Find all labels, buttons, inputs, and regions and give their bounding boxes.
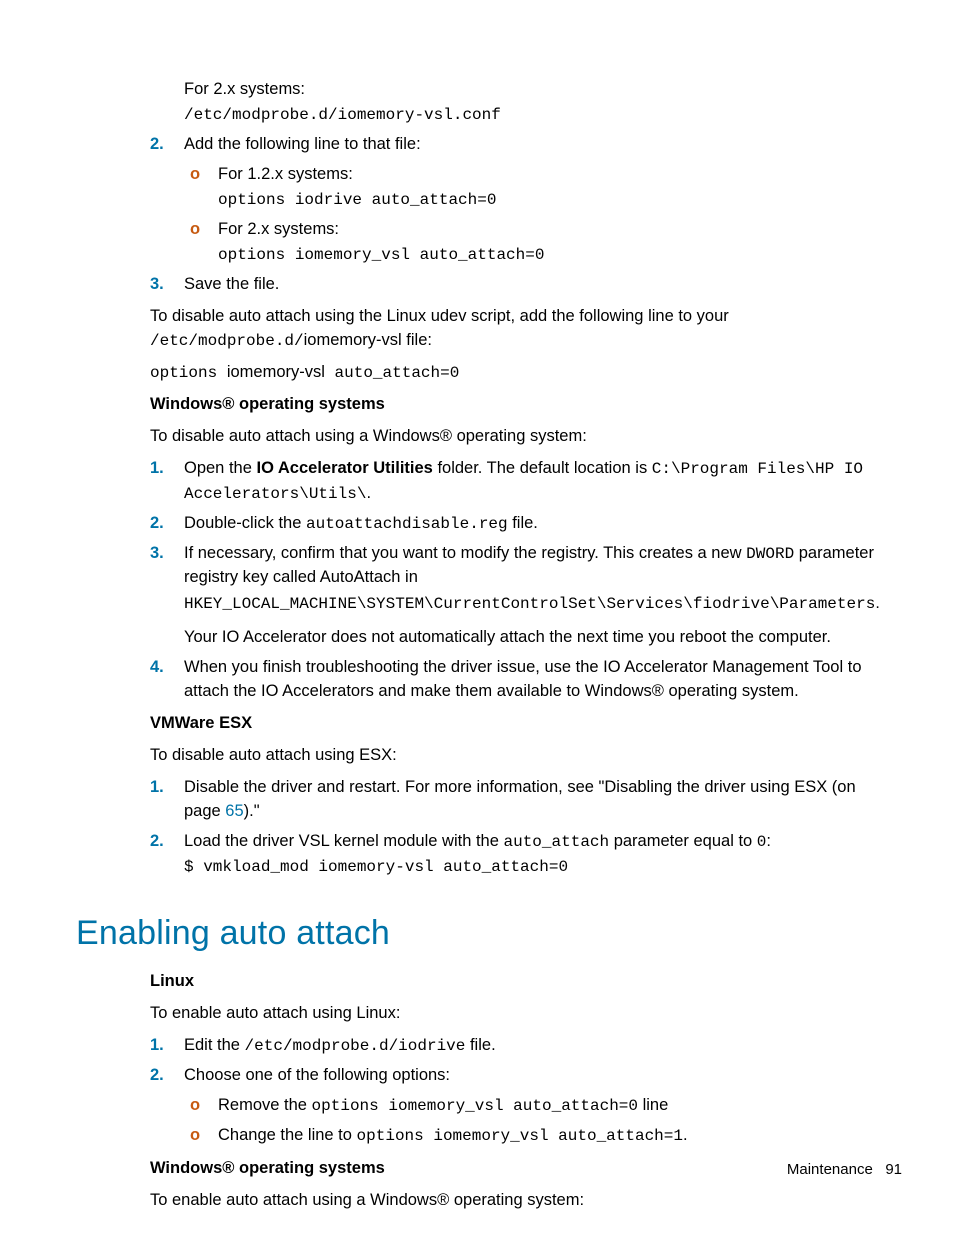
code-line: options iodrive auto_attach=0 xyxy=(218,189,888,212)
code-inline: options iomemory_vsl auto_attach=1 xyxy=(357,1127,683,1145)
text: Edit the xyxy=(184,1036,245,1054)
ordered-list: Disable the driver and restart. For more… xyxy=(76,776,888,879)
text: Double-click the xyxy=(184,514,306,532)
sub-item: For 2.x systems: options iomemory_vsl au… xyxy=(184,218,888,267)
text: Remove the xyxy=(218,1096,312,1114)
section-heading: Windows® operating systems xyxy=(150,393,888,417)
continuation-block: For 2.x systems: /etc/modprobe.d/iomemor… xyxy=(76,78,888,127)
list-item: Edit the /etc/modprobe.d/iodrive file. xyxy=(76,1034,888,1058)
ordered-list: Open the IO Accelerator Utilities folder… xyxy=(76,457,888,704)
code-inline: /etc/modprobe.d/ xyxy=(150,332,304,350)
code-line: HKEY_LOCAL_MACHINE\SYSTEM\CurrentControl… xyxy=(184,592,888,616)
sub-list: For 1.2.x systems: options iodrive auto_… xyxy=(184,163,888,267)
list-item: Add the following line to that file: For… xyxy=(76,133,888,267)
ordered-list: Add the following line to that file: For… xyxy=(76,133,888,297)
code-inline: auto_attach xyxy=(504,833,610,851)
text-line: For 2.x systems: xyxy=(184,78,888,102)
section-heading: Linux xyxy=(150,970,888,994)
list-item: When you finish troubleshooting the driv… xyxy=(76,656,888,704)
heading-enabling-auto-attach: Enabling auto attach xyxy=(76,909,888,958)
text: Change the line to xyxy=(218,1126,357,1144)
code-paragraph: options iomemory-vsl auto_attach=0 xyxy=(150,361,888,385)
page-content: For 2.x systems: /etc/modprobe.d/iomemor… xyxy=(76,78,888,1220)
text: Disable the driver and restart. For more… xyxy=(184,778,856,820)
sub-item: For 1.2.x systems: options iodrive auto_… xyxy=(184,163,888,212)
text: Choose one of the following options: xyxy=(184,1066,450,1084)
bold-text: IO Accelerator Utilities xyxy=(256,459,432,477)
text: file. xyxy=(465,1036,495,1054)
list-item: Disable the driver and restart. For more… xyxy=(76,776,888,824)
sub-item: Change the line to options iomemory_vsl … xyxy=(184,1124,888,1148)
sub-label: For 1.2.x systems: xyxy=(218,163,888,187)
text: line xyxy=(638,1096,668,1114)
text: . xyxy=(875,595,879,612)
text: Open the xyxy=(184,459,256,477)
code-inline: DWORD xyxy=(746,545,794,563)
page-link[interactable]: 65 xyxy=(225,802,243,820)
sub-list: Remove the options iomemory_vsl auto_att… xyxy=(184,1094,888,1148)
list-text: Add the following line to that file: xyxy=(184,135,421,153)
code-inline: autoattachdisable.reg xyxy=(306,515,508,533)
code-line: /etc/modprobe.d/iomemory-vsl.conf xyxy=(184,104,888,127)
ordered-list: Edit the /etc/modprobe.d/iodrive file. C… xyxy=(76,1034,888,1148)
list-item: If necessary, confirm that you want to m… xyxy=(76,542,888,650)
text: . xyxy=(366,484,371,502)
list-text: Save the file. xyxy=(184,275,279,293)
text: To disable auto attach using the Linux u… xyxy=(150,307,729,325)
code-line: $ vmkload_mod iomemory-vsl auto_attach=0 xyxy=(184,856,888,879)
footer-section: Maintenance xyxy=(787,1161,873,1178)
text: file. xyxy=(508,514,538,532)
text: : xyxy=(766,832,771,850)
section-heading: VMWare ESX xyxy=(150,712,888,736)
text: If necessary, confirm that you want to m… xyxy=(184,544,746,562)
code-line: options iomemory_vsl auto_attach=0 xyxy=(218,244,888,267)
sub-label: For 2.x systems: xyxy=(218,218,888,242)
paragraph: To enable auto attach using Linux: xyxy=(150,1002,888,1026)
code-inline: /etc/modprobe.d/iodrive xyxy=(245,1037,466,1055)
code-inline: options xyxy=(150,364,227,382)
text: )." xyxy=(244,802,260,820)
paragraph: To disable auto attach using a Windows® … xyxy=(150,425,888,449)
text: iomemory-vsl xyxy=(227,363,325,381)
list-item: Choose one of the following options: Rem… xyxy=(76,1064,888,1148)
code-inline: auto_attach=0 xyxy=(325,364,459,382)
paragraph: Your IO Accelerator does not automatical… xyxy=(184,626,888,650)
paragraph: To disable auto attach using ESX: xyxy=(150,744,888,768)
footer-page-number: 91 xyxy=(885,1161,902,1178)
text: When you finish troubleshooting the driv… xyxy=(184,658,862,700)
text: parameter equal to xyxy=(609,832,757,850)
text: folder. The default location is xyxy=(433,459,652,477)
text: . xyxy=(683,1126,688,1144)
section-heading: Windows® operating systems xyxy=(150,1157,888,1181)
code-inline: 0 xyxy=(757,833,767,851)
sub-item: Remove the options iomemory_vsl auto_att… xyxy=(184,1094,888,1118)
list-item: Save the file. xyxy=(76,273,888,297)
list-item: Load the driver VSL kernel module with t… xyxy=(76,830,888,879)
text: iomemory-vsl file: xyxy=(304,331,432,349)
code-inline: options iomemory_vsl auto_attach=0 xyxy=(312,1097,638,1115)
list-item: Open the IO Accelerator Utilities folder… xyxy=(76,457,888,505)
page-footer: Maintenance 91 xyxy=(787,1159,902,1181)
text: Load the driver VSL kernel module with t… xyxy=(184,832,504,850)
paragraph: To disable auto attach using the Linux u… xyxy=(150,305,888,353)
list-item: Double-click the autoattachdisable.reg f… xyxy=(76,512,888,536)
paragraph: To enable auto attach using a Windows® o… xyxy=(150,1189,888,1213)
code-inline: HKEY_LOCAL_MACHINE\SYSTEM\CurrentControl… xyxy=(184,595,875,613)
